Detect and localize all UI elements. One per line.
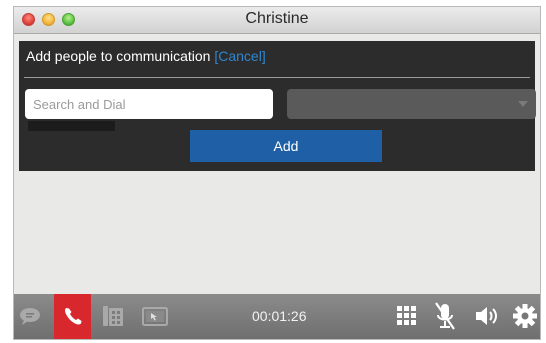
add-button[interactable]: Add — [190, 130, 382, 162]
window-title: Christine — [245, 10, 309, 27]
settings-button[interactable] — [510, 294, 540, 339]
cancel-link[interactable]: [Cancel] — [214, 48, 265, 64]
speaker-icon — [476, 307, 497, 325]
contact-select[interactable] — [287, 89, 536, 119]
phone-transfer-icon — [103, 306, 123, 326]
mute-button[interactable] — [430, 294, 460, 339]
search-and-dial-input[interactable] — [25, 89, 273, 119]
panel-divider — [24, 77, 530, 78]
keypad-icon — [397, 306, 416, 325]
chat-icon — [20, 308, 40, 325]
keypad-button[interactable] — [392, 294, 422, 339]
speaker-button[interactable] — [472, 294, 502, 339]
call-toolbar: 00:01:26 — [14, 294, 540, 339]
call-timer: 00:01:26 — [252, 308, 307, 324]
hangup-button[interactable] — [54, 294, 91, 339]
panel-heading: Add people to communication [Cancel] — [26, 48, 266, 64]
chevron-down-icon — [518, 101, 528, 107]
chat-button[interactable] — [16, 294, 46, 339]
settings-icon — [513, 304, 537, 328]
title-bar: Christine — [14, 7, 540, 34]
hangup-icon — [65, 308, 82, 325]
panel-heading-text: Add people to communication — [26, 48, 211, 64]
transfer-button[interactable] — [98, 294, 128, 339]
suggestion-strip — [28, 121, 115, 131]
add-people-panel: Add people to communication [Cancel] Add — [19, 41, 536, 171]
screen-share-button[interactable] — [138, 294, 172, 339]
screen-share-icon — [142, 307, 168, 326]
mute-mic-icon — [435, 302, 455, 330]
call-window: Christine Add people to communication [C… — [13, 6, 541, 340]
